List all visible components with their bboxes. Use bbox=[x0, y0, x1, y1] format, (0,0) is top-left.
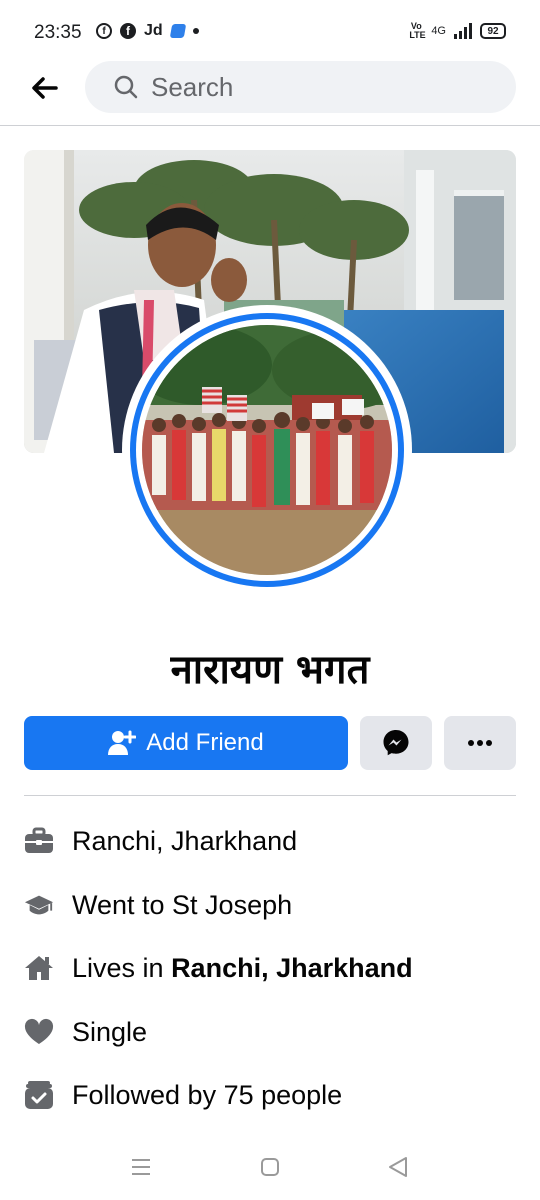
detail-lives-in-place: Ranchi, Jharkhand bbox=[171, 952, 413, 983]
graduation-cap-icon bbox=[24, 890, 54, 920]
add-friend-button[interactable]: Add Friend bbox=[24, 716, 348, 770]
messenger-icon bbox=[383, 730, 409, 756]
detail-relationship[interactable]: Single bbox=[24, 1012, 516, 1052]
heart-icon bbox=[24, 1017, 54, 1047]
briefcase-icon bbox=[24, 826, 54, 856]
followers-icon bbox=[24, 1080, 54, 1110]
network-type: 4G bbox=[431, 25, 446, 37]
profile-picture-image bbox=[142, 325, 392, 575]
more-options-button[interactable] bbox=[444, 716, 516, 770]
status-bar: 23:35 f f Jd Vo LTE 4G 92 bbox=[0, 0, 540, 64]
detail-lives-in[interactable]: Lives in Ranchi, Jharkhand bbox=[24, 948, 516, 988]
facebook-outline-icon: f bbox=[96, 23, 112, 39]
detail-work-text: Ranchi, Jharkhand bbox=[72, 825, 298, 856]
notification-icons: f f Jd bbox=[96, 22, 199, 40]
home-nav-icon[interactable] bbox=[260, 1157, 280, 1177]
recent-apps-icon[interactable] bbox=[131, 1158, 151, 1176]
detail-relationship-text: Single bbox=[72, 1016, 148, 1047]
search-icon bbox=[114, 75, 138, 99]
system-icons: Vo LTE 4G 92 bbox=[409, 22, 506, 40]
message-button[interactable] bbox=[360, 716, 432, 770]
section-divider bbox=[24, 795, 516, 796]
volte-icon: Vo LTE bbox=[409, 21, 426, 40]
system-navigation-bar bbox=[0, 1140, 540, 1200]
status-time: 23:35 bbox=[34, 22, 82, 43]
header-divider bbox=[0, 125, 540, 126]
detail-lives-in-prefix: Lives in bbox=[72, 952, 172, 983]
detail-education-text: Went to St Joseph bbox=[72, 889, 293, 920]
add-friend-icon bbox=[108, 730, 137, 755]
profile-picture[interactable] bbox=[142, 325, 392, 575]
detail-education[interactable]: Went to St Joseph bbox=[24, 885, 516, 925]
profile-name: नारायण भगत bbox=[170, 647, 370, 693]
battery-level: 92 bbox=[487, 25, 499, 37]
search-placeholder: Search bbox=[151, 71, 234, 102]
back-button[interactable] bbox=[26, 70, 62, 106]
home-icon bbox=[24, 953, 54, 983]
search-bar[interactable]: Search bbox=[85, 61, 516, 113]
back-nav-icon[interactable] bbox=[388, 1156, 408, 1178]
app-icon bbox=[169, 24, 186, 38]
battery-icon: 92 bbox=[480, 23, 506, 39]
detail-followers-text: Followed by 75 people bbox=[72, 1079, 343, 1110]
detail-work[interactable]: Ranchi, Jharkhand bbox=[24, 821, 516, 861]
app-notification-label: Jd bbox=[144, 22, 163, 39]
signal-icon bbox=[454, 23, 472, 39]
facebook-icon: f bbox=[120, 23, 136, 39]
more-notifications-icon bbox=[192, 28, 199, 34]
add-friend-label: Add Friend bbox=[146, 729, 264, 756]
back-arrow-icon bbox=[32, 77, 58, 99]
more-dots-icon bbox=[468, 740, 492, 746]
detail-followers[interactable]: Followed by 75 people bbox=[24, 1075, 516, 1115]
